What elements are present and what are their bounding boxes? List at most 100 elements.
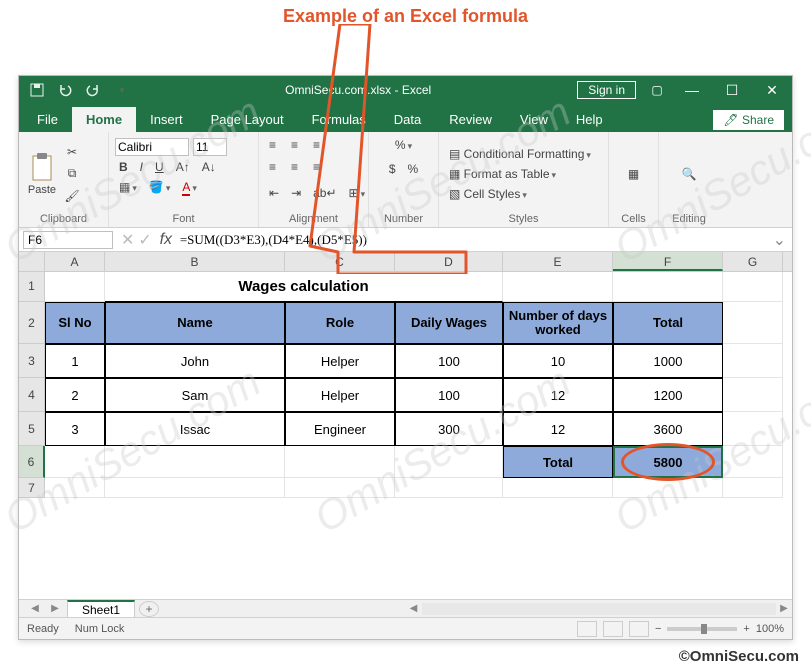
cell-F4[interactable]: 1200	[613, 378, 723, 412]
bold-button[interactable]: B	[115, 158, 132, 176]
view-page-layout-button[interactable]	[603, 621, 623, 637]
row-header-5[interactable]: 5	[19, 412, 45, 446]
tab-view[interactable]: View	[506, 107, 562, 132]
cell-styles-button[interactable]: ▧ Cell Styles	[445, 185, 595, 203]
autosave-icon[interactable]	[27, 80, 47, 100]
cell-E4[interactable]: 12	[503, 378, 613, 412]
formula-input[interactable]	[176, 231, 767, 249]
tab-file[interactable]: File	[23, 107, 72, 132]
zoom-slider[interactable]	[667, 627, 737, 631]
cell-F3[interactable]: 1000	[613, 344, 723, 378]
conditional-formatting-button[interactable]: ▤ Conditional Formatting	[445, 145, 595, 163]
hscroll-left-icon[interactable]: ◀	[406, 603, 422, 614]
cancel-formula-icon[interactable]: ✕	[121, 230, 134, 250]
name-box[interactable]	[23, 231, 113, 249]
fx-icon[interactable]: fx	[156, 231, 176, 249]
font-name-select[interactable]	[115, 138, 189, 156]
format-as-table-button[interactable]: ▦ Format as Table	[445, 165, 595, 183]
redo-icon[interactable]	[83, 80, 103, 100]
tab-home[interactable]: Home	[72, 107, 136, 132]
align-right-button[interactable]: ≡	[309, 158, 329, 178]
cell-D5[interactable]: 300	[395, 412, 503, 446]
cut-icon[interactable]: ✂	[63, 143, 81, 161]
cell-C5[interactable]: Engineer	[285, 412, 395, 446]
minimize-button[interactable]: —	[672, 82, 712, 98]
row-header-2[interactable]: 2	[19, 302, 45, 344]
cell-A5[interactable]: 3	[45, 412, 105, 446]
copy-icon[interactable]: ⧉	[63, 165, 81, 183]
cell-C4[interactable]: Helper	[285, 378, 395, 412]
cell-B5[interactable]: Issac	[105, 412, 285, 446]
cell-F6-total-value[interactable]: 5800	[613, 446, 723, 478]
cell-E6-total-label[interactable]: Total	[503, 446, 613, 478]
row-header-3[interactable]: 3	[19, 344, 45, 378]
qat-customize-icon[interactable]	[111, 80, 131, 100]
sheet-tab-sheet1[interactable]: Sheet1	[67, 600, 135, 618]
shrink-font-button[interactable]: A↓	[198, 158, 220, 176]
cell-D4[interactable]: 100	[395, 378, 503, 412]
header-slno[interactable]: Sl No	[45, 302, 105, 344]
align-center-button[interactable]: ≡	[287, 158, 307, 178]
cell-E5[interactable]: 12	[503, 412, 613, 446]
table-title[interactable]: Wages calculation	[105, 272, 503, 302]
row-header-4[interactable]: 4	[19, 378, 45, 412]
col-header-C[interactable]: C	[285, 252, 395, 271]
undo-icon[interactable]	[55, 80, 75, 100]
sheet-nav-prev-icon[interactable]: ◀	[27, 603, 43, 614]
col-header-D[interactable]: D	[395, 252, 503, 271]
editing-find-icon[interactable]: 🔍	[680, 165, 698, 183]
cell-B4[interactable]: Sam	[105, 378, 285, 412]
cells-insert-icon[interactable]: ▦	[625, 165, 643, 183]
fill-color-button[interactable]: 🪣	[145, 178, 174, 196]
col-header-A[interactable]: A	[45, 252, 105, 271]
cell-D3[interactable]: 100	[395, 344, 503, 378]
font-color-button[interactable]: A	[178, 178, 201, 196]
col-header-F[interactable]: F	[613, 252, 723, 271]
new-sheet-button[interactable]: +	[139, 601, 159, 617]
row-header-1[interactable]: 1	[19, 272, 45, 302]
underline-button[interactable]: U	[151, 158, 168, 176]
view-normal-button[interactable]	[577, 621, 597, 637]
col-header-E[interactable]: E	[503, 252, 613, 271]
zoom-in-button[interactable]: +	[743, 623, 749, 635]
row-header-7[interactable]: 7	[19, 478, 45, 498]
header-total[interactable]: Total	[613, 302, 723, 344]
tab-page-layout[interactable]: Page Layout	[197, 107, 298, 132]
cell-B3[interactable]: John	[105, 344, 285, 378]
tab-insert[interactable]: Insert	[136, 107, 197, 132]
increase-indent-button[interactable]: ⇥	[287, 184, 305, 202]
enter-formula-icon[interactable]: ✓	[138, 230, 151, 250]
ribbon-display-icon[interactable]: ▢	[642, 83, 672, 97]
expand-formula-bar-icon[interactable]: ⌄	[767, 230, 792, 250]
currency-button[interactable]: $	[385, 160, 400, 178]
zoom-out-button[interactable]: −	[655, 623, 661, 635]
align-bottom-button[interactable]: ≡	[309, 136, 329, 156]
decrease-indent-button[interactable]: ⇤	[265, 184, 283, 202]
header-role[interactable]: Role	[285, 302, 395, 344]
cell-E3[interactable]: 10	[503, 344, 613, 378]
align-top-button[interactable]: ≡	[265, 136, 285, 156]
align-middle-button[interactable]: ≡	[287, 136, 307, 156]
hscroll-right-icon[interactable]: ▶	[776, 603, 792, 614]
header-name[interactable]: Name	[105, 302, 285, 344]
format-painter-icon[interactable]: 🖌	[63, 187, 81, 205]
signin-button[interactable]: Sign in	[577, 81, 636, 99]
share-button[interactable]: 🖊 Share	[713, 110, 784, 130]
view-page-break-button[interactable]	[629, 621, 649, 637]
col-header-G[interactable]: G	[723, 252, 783, 271]
border-button[interactable]: ▦	[115, 178, 141, 196]
italic-button[interactable]: I	[136, 158, 147, 176]
maximize-button[interactable]: ☐	[712, 82, 752, 99]
grow-font-button[interactable]: A↑	[172, 158, 194, 176]
spreadsheet-grid[interactable]: A B C D E F G 1 Wages calculation 2 Sl N	[19, 252, 792, 599]
header-wages[interactable]: Daily Wages	[395, 302, 503, 344]
col-header-B[interactable]: B	[105, 252, 285, 271]
merge-button[interactable]: ⊞	[345, 184, 370, 202]
tab-review[interactable]: Review	[435, 107, 506, 132]
row-header-6[interactable]: 6	[19, 446, 45, 478]
font-size-select[interactable]	[193, 138, 227, 156]
close-button[interactable]: ✕	[752, 82, 792, 99]
cell-C3[interactable]: Helper	[285, 344, 395, 378]
header-days[interactable]: Number of days worked	[503, 302, 613, 344]
tab-data[interactable]: Data	[380, 107, 435, 132]
